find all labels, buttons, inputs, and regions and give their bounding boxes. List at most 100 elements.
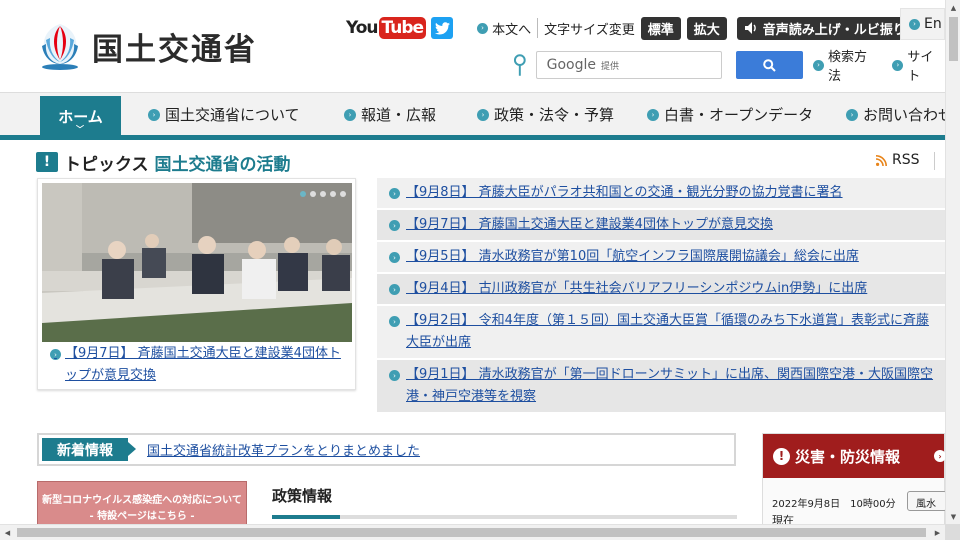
chevron-right-icon: › [909, 18, 920, 30]
twitter-link[interactable] [431, 17, 454, 39]
chevron-right-icon: › [892, 59, 904, 71]
whats-new-link[interactable]: 国土交通省統計改革プランをとりまとめました [147, 440, 420, 459]
search-button[interactable] [735, 51, 804, 79]
sitemap-link[interactable]: › サイト [892, 46, 945, 84]
nav-about[interactable]: › 国土交通省について [148, 93, 300, 136]
chevron-right-icon: › [389, 370, 400, 381]
english-link[interactable]: › En [900, 8, 945, 40]
list-item: › 【9月8日】 斉藤大臣がパラオ共和国との交通・観光分野の協力覚書に署名 [377, 178, 945, 210]
speaker-icon [744, 22, 756, 34]
topic-link[interactable]: 【9月2日】 令和4年度（第１５回）国土交通大臣賞「循環のみち下水道賞」表彰式に… [406, 313, 929, 350]
chevron-right-icon: › [148, 108, 160, 121]
carousel-dot[interactable] [320, 191, 326, 197]
utility-divider [537, 18, 539, 38]
chevron-down-icon: ﹀ [76, 125, 84, 134]
search-method-label: 検索方法 [828, 50, 868, 84]
policy-heading: 政策情報 [272, 487, 333, 505]
rss-link[interactable]: RSS [876, 152, 920, 168]
nav-whitepaper[interactable]: › 白書・オープンデータ [647, 93, 813, 136]
scroll-up-icon[interactable]: ▲ [946, 0, 960, 15]
nav-policy[interactable]: › 政策・法令・予算 [477, 93, 614, 136]
topics-heading: ! トピックス 国土交通省の活動 [36, 150, 291, 175]
topic-link[interactable]: 【9月8日】 斉藤大臣がパラオ共和国との交通・観光分野の協力覚書に署名 [406, 185, 843, 200]
youtube-icon-you: You [346, 18, 379, 38]
scroll-down-icon[interactable]: ▼ [946, 509, 960, 524]
feature-caption-text: 【9月7日】 斉藤国土交通大臣と建設業4団体トップが意見交換 [65, 346, 341, 383]
disaster-title: 災害・防災情報 [795, 447, 901, 466]
vertical-scrollbar[interactable]: ▲ ▼ [945, 0, 960, 524]
font-size-standard-button[interactable]: 標準 [640, 16, 681, 40]
topics-subtitle: 国土交通省の活動 [154, 154, 291, 175]
chevron-right-icon: › [389, 188, 400, 199]
location-pin-icon [513, 54, 526, 76]
voice-reading-label: 音声読み上げ・ルビ振り [762, 22, 906, 38]
feature-card[interactable]: › 【9月7日】 斉藤国土交通大臣と建設業4団体トップが意見交換 [37, 178, 356, 390]
chevron-right-icon: › [477, 108, 489, 121]
utility-bar: You Tube › 本文へ 文字サイズ変更 標準 拡大 音声読み上げ・ルビ振り [346, 16, 914, 40]
topic-link[interactable]: 【9月7日】 斉藤国土交通大臣と建設業4団体トップが意見交換 [406, 217, 773, 232]
feature-photo [42, 183, 352, 342]
nav-press[interactable]: › 報道・広報 [344, 93, 436, 136]
chevron-right-icon: › [813, 59, 825, 71]
horizontal-scrollbar[interactable]: ◀ ▶ [0, 524, 945, 540]
site-header: 国土交通省 You Tube › 本文へ 文字サイズ変更 標準 拡大 音声読み上… [0, 0, 945, 92]
site-logo-text: 国土交通省 [92, 31, 257, 68]
nav-contact-label: お問い合わせ [863, 106, 945, 124]
exclamation-icon: ! [36, 152, 58, 172]
nav-about-label: 国土交通省について [165, 106, 300, 124]
mlit-logo-icon [42, 24, 78, 70]
whats-new-bar: 新着情報 国土交通省統計改革プランをとりまとめました [37, 433, 736, 466]
skip-to-content-link[interactable]: › 本文へ [477, 19, 531, 38]
nav-home[interactable]: ホーム ﹀ [40, 96, 121, 136]
chevron-right-icon: › [389, 220, 400, 231]
list-item: › 【9月4日】 古川政務官が「共生社会バリアフリーシンポジウムin伊勢」に出席 [377, 274, 945, 306]
carousel-dot[interactable] [340, 191, 346, 197]
rss-label: RSS [892, 152, 920, 168]
disaster-date: 2022年9月8日 10時00分 [772, 499, 896, 510]
policy-tab-underline [272, 515, 737, 519]
whats-new-tag: 新着情報 [42, 438, 136, 461]
chevron-right-icon: › [344, 108, 356, 121]
list-item: › 【9月7日】 斉藤国土交通大臣と建設業4団体トップが意見交換 [377, 210, 945, 242]
list-item: › 【9月5日】 清水政務官が第10回「航空インフラ国際展開協議会」総会に出席 [377, 242, 945, 274]
scroll-left-icon[interactable]: ◀ [0, 525, 15, 540]
feature-caption[interactable]: › 【9月7日】 斉藤国土交通大臣と建設業4団体トップが意見交換 [50, 343, 350, 387]
carousel-dot[interactable] [310, 191, 316, 197]
voice-reading-button[interactable]: 音声読み上げ・ルビ振り [736, 16, 914, 40]
carousel-dot[interactable] [330, 191, 336, 197]
topic-link[interactable]: 【9月4日】 古川政務官が「共生社会バリアフリーシンポジウムin伊勢」に出席 [406, 281, 867, 296]
search-input[interactable]: Google 提供 [535, 51, 722, 79]
vertical-scroll-thumb[interactable] [949, 17, 958, 61]
disaster-heading[interactable]: ! 災害・防災情報 › [763, 434, 946, 478]
horizontal-scroll-thumb[interactable] [17, 528, 926, 537]
carousel-indicators [296, 191, 346, 197]
site-logo[interactable]: 国土交通省 [36, 20, 257, 72]
disaster-info-button[interactable]: 風水 [907, 491, 947, 511]
scroll-right-icon[interactable]: ▶ [930, 525, 945, 540]
chevron-right-icon: › [477, 22, 489, 34]
topic-link[interactable]: 【9月1日】 清水政務官が「第一回ドローンサミット」に出席、関西国際空港・大阪国… [406, 367, 933, 404]
nav-contact[interactable]: › お問い合わせ [846, 93, 945, 136]
covid-banner-line1: 新型コロナウイルス感染症への対応について [42, 495, 242, 506]
youtube-link[interactable]: You Tube [346, 17, 427, 39]
nav-press-label: 報道・広報 [361, 106, 437, 124]
carousel-dot[interactable] [300, 191, 306, 197]
topics-title: トピックス [64, 154, 149, 175]
search-bar: Google 提供 › 検索方法 › サイト [512, 50, 945, 84]
topics-list: › 【9月8日】 斉藤大臣がパラオ共和国との交通・観光分野の協力覚書に署名 › … [377, 178, 945, 414]
list-item: › 【9月1日】 清水政務官が「第一回ドローンサミット」に出席、関西国際空港・大… [377, 360, 945, 414]
twitter-icon [434, 21, 450, 34]
meeting-photo [42, 183, 352, 342]
topic-link[interactable]: 【9月5日】 清水政務官が第10回「航空インフラ国際展開協議会」総会に出席 [406, 249, 859, 264]
global-nav: ホーム ﹀ › 国土交通省について › 報道・広報 › 政策・法令・予算 › 白… [0, 92, 945, 140]
search-placeholder-suffix: 提供 [601, 61, 620, 72]
chevron-right-icon: › [50, 349, 61, 360]
alert-icon: ! [773, 447, 790, 465]
skip-to-content-label: 本文へ [492, 22, 532, 38]
search-method-link[interactable]: › 検索方法 [813, 46, 878, 84]
rss-icon [876, 154, 887, 166]
covid-banner[interactable]: 新型コロナウイルス感染症への対応について - 特設ページはこちら - [37, 481, 247, 527]
font-size-large-button[interactable]: 拡大 [686, 16, 727, 40]
chevron-right-icon: › [389, 284, 400, 295]
sitemap-label: サイト [907, 50, 934, 84]
